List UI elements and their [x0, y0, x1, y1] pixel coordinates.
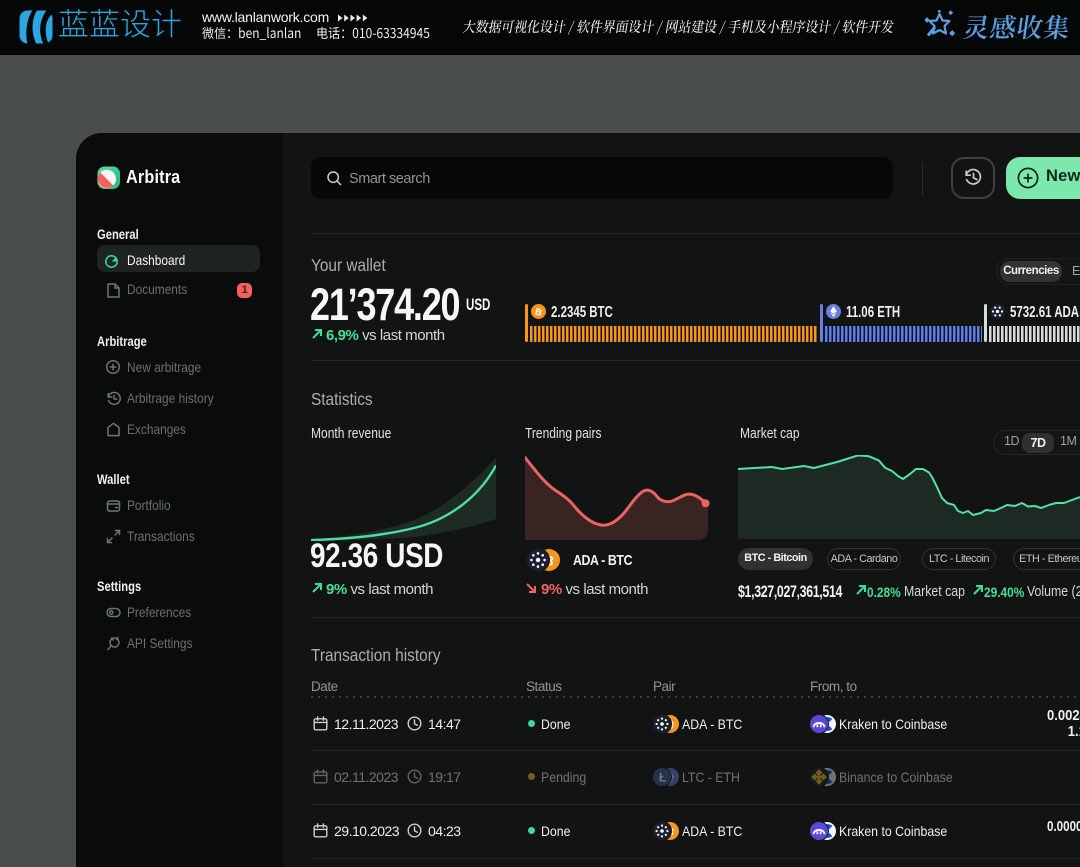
svg-text:Ł: Ł [659, 771, 666, 785]
